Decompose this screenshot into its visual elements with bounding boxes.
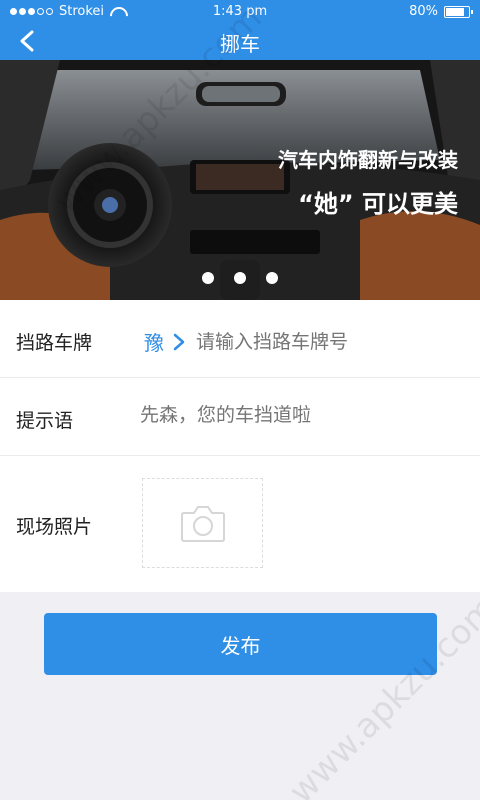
battery-percent: 80% xyxy=(409,4,438,19)
camera-icon xyxy=(180,506,225,542)
plate-row: 挡路车牌 豫 xyxy=(0,300,480,378)
chevron-right-icon[interactable] xyxy=(172,333,186,351)
province-selector[interactable]: 豫 xyxy=(144,327,164,356)
app-header: Strokei 1:43 pm 80% 挪车 xyxy=(0,0,480,60)
banner-subline: “她” 可以更美 xyxy=(298,190,458,218)
publish-button[interactable]: 发布 xyxy=(44,613,437,675)
battery-icon xyxy=(444,5,473,18)
banner-headline: 汽车内饰翻新与改装 xyxy=(278,148,458,172)
tip-row: 提示语 xyxy=(0,378,480,456)
photo-upload-button[interactable] xyxy=(142,478,263,568)
car-interior-image xyxy=(0,60,480,300)
status-time: 1:43 pm xyxy=(212,4,268,19)
plate-label: 挡路车牌 xyxy=(16,332,93,354)
nav-bar: 挪车 xyxy=(0,22,480,60)
photo-label: 现场照片 xyxy=(16,516,93,538)
tip-label: 提示语 xyxy=(16,410,74,432)
carousel-dot[interactable] xyxy=(234,272,246,284)
carousel-dot[interactable] xyxy=(202,272,214,284)
carousel-dot[interactable] xyxy=(266,272,278,284)
carousel-indicator xyxy=(0,272,480,284)
plate-number-input[interactable] xyxy=(196,330,426,353)
status-bar: Strokei 1:43 pm 80% xyxy=(0,0,480,22)
page-title: 挪车 xyxy=(220,32,260,56)
banner-carousel[interactable]: 汽车内饰翻新与改装 “她” 可以更美 xyxy=(0,60,480,300)
tip-message-input[interactable] xyxy=(140,404,440,426)
photo-row: 现场照片 xyxy=(0,456,480,592)
move-car-form: 挡路车牌 豫 提示语 现场照片 xyxy=(0,300,480,592)
